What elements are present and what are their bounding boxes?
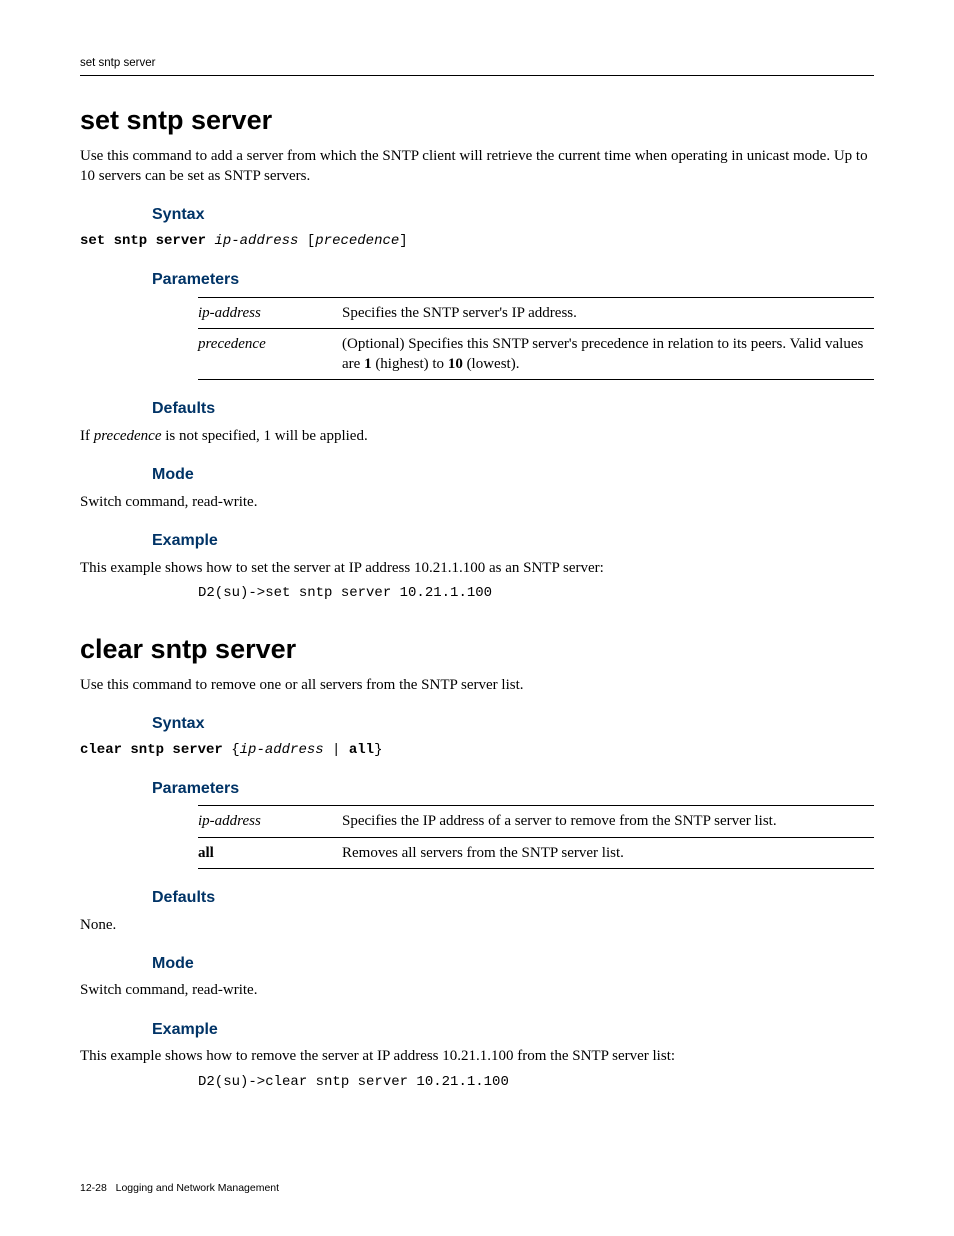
syntax-keyword: set sntp server [80, 233, 206, 249]
example-command: D2(su)->set sntp server 10.21.1.100 [198, 584, 874, 603]
parameters-heading: Parameters [152, 269, 874, 291]
page-footer: 12-28 Logging and Network Management [80, 1181, 874, 1195]
command-title: clear sntp server [80, 631, 874, 667]
example-intro: This example shows how to set the server… [80, 558, 874, 578]
syntax-line: set sntp server ip-address [precedence] [80, 232, 874, 251]
syntax-keyword-all: all [349, 742, 374, 758]
param-name: all [198, 837, 342, 868]
syntax-keyword: clear sntp server [80, 742, 223, 758]
syntax-bracket-close: ] [399, 233, 407, 249]
defaults-text: None. [80, 915, 874, 935]
defaults-heading: Defaults [152, 887, 874, 909]
table-row: precedence(Optional) Specifies this SNTP… [198, 328, 874, 380]
param-name: ip-address [198, 297, 342, 328]
command-intro: Use this command to add a server from wh… [80, 146, 874, 187]
syntax-arg-ip: ip-address [240, 742, 324, 758]
param-description: Removes all servers from the SNTP server… [342, 837, 874, 868]
mode-heading: Mode [152, 953, 874, 975]
command-title: set sntp server [80, 102, 874, 138]
param-description: Specifies the IP address of a server to … [342, 806, 874, 837]
mode-text: Switch command, read-write. [80, 980, 874, 1000]
syntax-brace-close: } [374, 742, 382, 758]
mode-text: Switch command, read-write. [80, 492, 874, 512]
example-heading: Example [152, 530, 874, 552]
mode-heading: Mode [152, 464, 874, 486]
table-row: ip-addressSpecifies the SNTP server's IP… [198, 297, 874, 328]
command-clear-sntp-server: clear sntp server Use this command to re… [80, 631, 874, 1092]
running-head: set sntp server [80, 56, 874, 76]
syntax-line: clear sntp server {ip-address | all} [80, 741, 874, 760]
command-intro: Use this command to remove one or all se… [80, 675, 874, 695]
syntax-brace-open: { [223, 742, 240, 758]
param-description: (Optional) Specifies this SNTP server's … [342, 328, 874, 380]
defaults-heading: Defaults [152, 398, 874, 420]
example-heading: Example [152, 1019, 874, 1041]
syntax-arg-precedence: precedence [315, 233, 399, 249]
param-name: precedence [198, 328, 342, 380]
syntax-bracket-open: [ [298, 233, 315, 249]
example-intro: This example shows how to remove the ser… [80, 1046, 874, 1066]
footer-page-number: 12-28 [80, 1182, 107, 1194]
syntax-heading: Syntax [152, 204, 874, 226]
parameters-heading: Parameters [152, 778, 874, 800]
parameters-table: ip-addressSpecifies the IP address of a … [198, 805, 874, 869]
syntax-heading: Syntax [152, 713, 874, 735]
param-name: ip-address [198, 806, 342, 837]
command-set-sntp-server: set sntp server Use this command to add … [80, 102, 874, 603]
syntax-separator: | [324, 742, 349, 758]
parameters-table: ip-addressSpecifies the SNTP server's IP… [198, 297, 874, 381]
defaults-text: If precedence is not specified, 1 will b… [80, 426, 874, 446]
table-row: allRemoves all servers from the SNTP ser… [198, 837, 874, 868]
syntax-arg-ip: ip-address [214, 233, 298, 249]
table-row: ip-addressSpecifies the IP address of a … [198, 806, 874, 837]
example-command: D2(su)->clear sntp server 10.21.1.100 [198, 1073, 874, 1092]
footer-chapter: Logging and Network Management [116, 1182, 279, 1194]
param-description: Specifies the SNTP server's IP address. [342, 297, 874, 328]
